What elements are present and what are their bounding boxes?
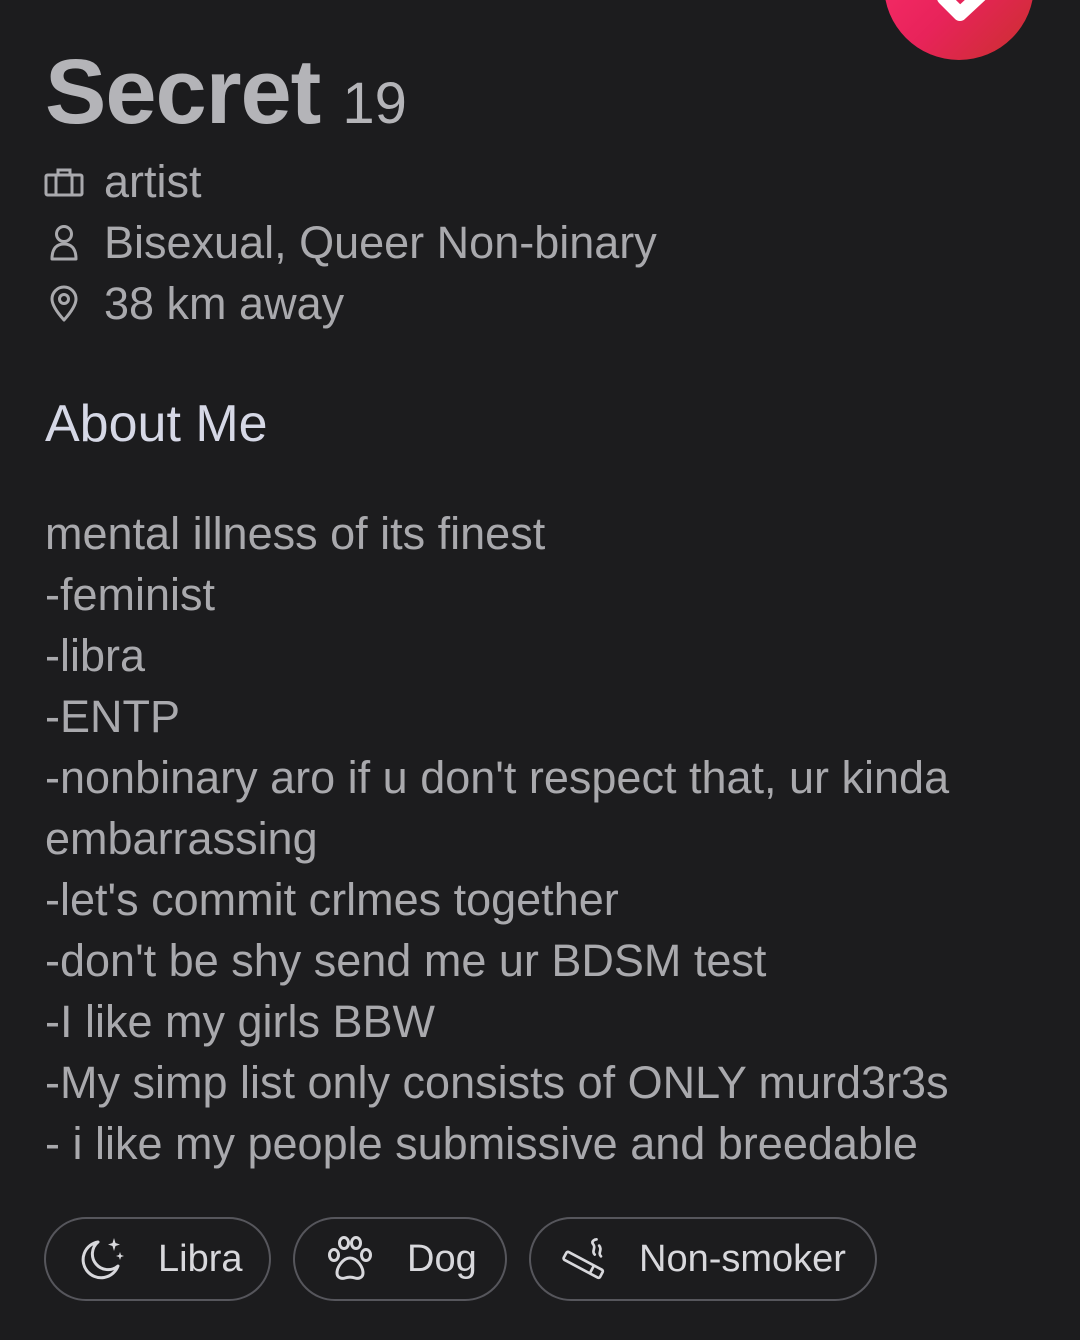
- bio-line: -My simp list only consists of ONLY murd…: [45, 1057, 949, 1108]
- bio-line: -libra: [45, 630, 146, 681]
- job-row: artist: [44, 152, 202, 212]
- cigarette-icon: [559, 1234, 609, 1284]
- moon-stars-icon: [76, 1234, 126, 1284]
- orientation-text: Bisexual, Queer Non-binary: [104, 217, 657, 268]
- distance-text: 38 km away: [104, 278, 345, 329]
- profile-header: Secret 19: [45, 40, 407, 145]
- distance-row: 38 km away: [44, 274, 344, 334]
- tag-non-smoker: Non-smoker: [529, 1217, 877, 1301]
- location-pin-icon: [44, 284, 84, 324]
- bio-line: -I like my girls BBW: [45, 996, 436, 1047]
- bio-line: -nonbinary aro if u don't respect that, …: [45, 752, 950, 803]
- profile-name: Secret: [45, 41, 321, 143]
- heart-check-icon: [937, 0, 986, 21]
- orientation-row: Bisexual, Queer Non-binary: [44, 213, 657, 273]
- tag-libra: Libra: [44, 1217, 271, 1301]
- bio-line: embarrassing: [45, 813, 318, 864]
- bio-line: - i like my people submissive and breeda…: [45, 1118, 918, 1169]
- like-button[interactable]: [884, 0, 1034, 60]
- tag-label: Dog: [407, 1237, 477, 1280]
- tag-label: Libra: [158, 1237, 243, 1280]
- bio-line: -ENTP: [45, 691, 180, 742]
- bio-line: -feminist: [45, 569, 216, 620]
- tag-label: Non-smoker: [639, 1237, 846, 1280]
- briefcase-icon: [44, 162, 84, 202]
- paw-icon: [325, 1234, 375, 1284]
- profile-age: 19: [342, 71, 407, 136]
- bio-line: -let's commit crlmes together: [45, 874, 619, 925]
- job-text: artist: [104, 156, 202, 207]
- bio-line: mental illness of its finest: [45, 508, 546, 559]
- tag-dog: Dog: [293, 1217, 507, 1301]
- about-bio: mental illness of its finest -feminist -…: [45, 503, 1055, 1174]
- person-icon: [44, 223, 84, 263]
- about-title: About Me: [45, 395, 268, 453]
- bio-line: -don't be shy send me ur BDSM test: [45, 935, 767, 986]
